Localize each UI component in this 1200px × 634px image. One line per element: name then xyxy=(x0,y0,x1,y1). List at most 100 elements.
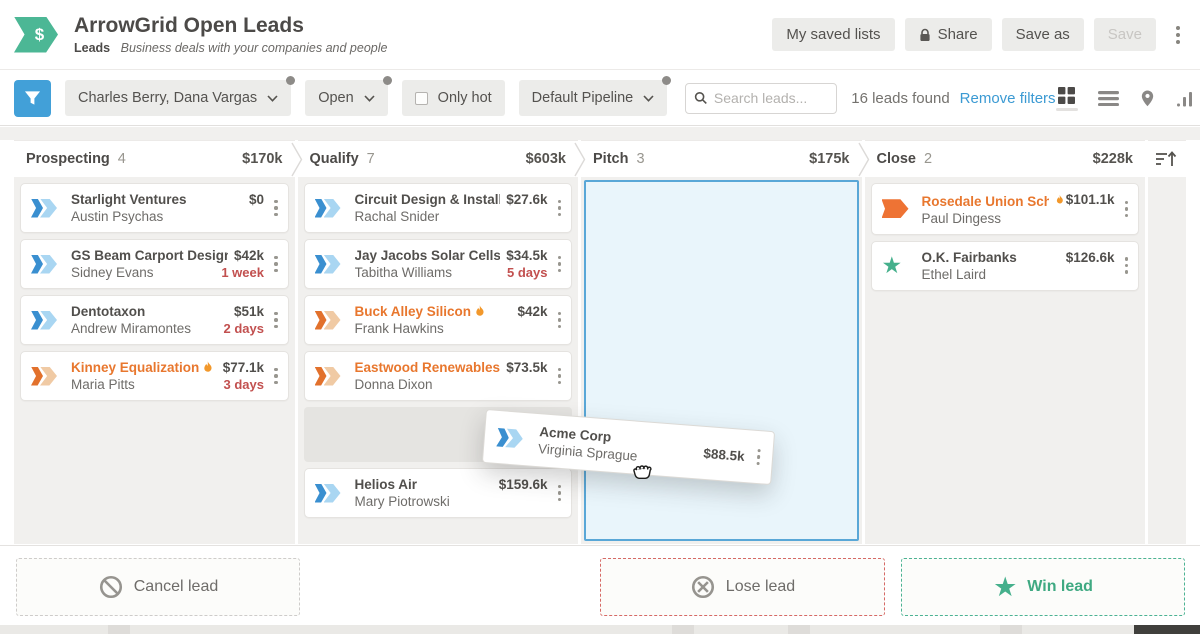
chart-view-icon[interactable] xyxy=(1176,90,1195,107)
scrubber-tick xyxy=(672,625,694,634)
save-button[interactable]: Save xyxy=(1094,18,1156,51)
win-lead-dropzone[interactable]: ★ Win lead xyxy=(901,558,1185,616)
lead-card[interactable]: Rosedale Union Sch... $101.1k Paul Dinges… xyxy=(871,183,1140,235)
active-view-underline xyxy=(1056,108,1078,111)
card-menu-icon[interactable] xyxy=(556,483,564,504)
lead-card[interactable]: Jay Jacobs Solar Cells$34.5k Tabitha Wil… xyxy=(304,239,573,289)
title-block: ArrowGrid Open Leads Leads Business deal… xyxy=(74,14,387,55)
stage-separator-chevron xyxy=(858,142,870,177)
my-saved-lists-button[interactable]: My saved lists xyxy=(772,18,894,51)
lead-age: 3 days xyxy=(224,377,264,392)
lead-value: $88.5k xyxy=(703,445,745,463)
only-hot-toggle[interactable]: Only hot xyxy=(402,80,505,116)
lead-person: Paul Dingess xyxy=(922,211,1115,226)
active-filter-dot xyxy=(383,76,392,85)
stage-count: 7 xyxy=(367,151,375,167)
lead-person: Austin Psychas xyxy=(71,209,264,224)
sort-button[interactable] xyxy=(1148,140,1186,177)
lead-company: O.K. Fairbanks xyxy=(922,250,1060,265)
lead-card[interactable]: Buck Alley Silicon$42k Frank Hawkins xyxy=(304,295,573,345)
card-menu-icon[interactable] xyxy=(754,447,763,468)
lead-company: Rosedale Union Sch... xyxy=(922,194,1049,209)
card-menu-icon[interactable] xyxy=(1123,199,1131,220)
status-filter-value: Open xyxy=(318,90,353,106)
lead-card[interactable]: Helios Air$159.6k Mary Piotrowski xyxy=(304,468,573,518)
card-menu-icon[interactable] xyxy=(556,310,564,331)
board-right-rail xyxy=(1148,177,1186,544)
stage-progress-icon-hot xyxy=(315,311,347,330)
lead-card[interactable]: Kinney Equalization$77.1k Maria Pitts3 d… xyxy=(20,351,289,401)
lead-card[interactable]: ★ O.K. Fairbanks$126.6k Ethel Laird xyxy=(871,241,1140,291)
card-menu-icon[interactable] xyxy=(272,366,280,387)
lane-prospecting: Starlight Ventures$0 Austin Psychas GS B… xyxy=(14,177,295,544)
win-lead-label: Win lead xyxy=(1027,578,1093,596)
cancel-circle-slash-icon xyxy=(98,574,124,600)
active-filter-dot xyxy=(662,76,671,85)
stage-count: 3 xyxy=(636,151,644,167)
save-as-button[interactable]: Save as xyxy=(1002,18,1084,51)
pipeline-filter-dropdown[interactable]: Default Pipeline xyxy=(519,80,668,116)
pitch-drop-target[interactable] xyxy=(584,180,859,541)
share-label: Share xyxy=(938,26,978,43)
lead-value: $51k xyxy=(234,304,264,319)
lose-circle-x-icon xyxy=(690,574,716,600)
lead-company: Dentotaxon xyxy=(71,304,228,319)
lead-card[interactable]: GS Beam Carport Design ...$42k Sidney Ev… xyxy=(20,239,289,289)
action-footer: Cancel lead Lose lead ★ Win lead xyxy=(0,545,1200,625)
lead-value: $101.1k xyxy=(1055,192,1115,207)
search-input[interactable] xyxy=(714,90,828,106)
only-hot-checkbox[interactable] xyxy=(415,92,428,105)
stage-progress-icon xyxy=(31,255,63,274)
lead-company: Buck Alley Silicon xyxy=(355,304,512,319)
stage-progress-icon xyxy=(315,199,347,218)
card-menu-icon[interactable] xyxy=(272,310,280,331)
lead-value: $34.5k xyxy=(506,248,547,263)
page-subtitle: Leads Business deals with your companies… xyxy=(74,41,387,55)
chevron-down-icon xyxy=(643,95,654,102)
lead-person: Ethel Laird xyxy=(922,267,1115,282)
status-filter-dropdown[interactable]: Open xyxy=(305,80,387,116)
card-menu-icon[interactable] xyxy=(556,198,564,219)
card-menu-icon[interactable] xyxy=(1123,255,1131,276)
cancel-lead-label: Cancel lead xyxy=(134,578,219,596)
board-lanes: Starlight Ventures$0 Austin Psychas GS B… xyxy=(14,177,1186,544)
cancel-lead-dropzone[interactable]: Cancel lead xyxy=(16,558,300,616)
lead-person: Donna Dixon xyxy=(355,377,548,392)
lead-company: Starlight Ventures xyxy=(71,192,243,207)
card-menu-icon[interactable] xyxy=(556,366,564,387)
lead-card[interactable]: Circuit Design & Installa...$27.6k Racha… xyxy=(304,183,573,233)
lose-lead-dropzone[interactable]: Lose lead xyxy=(600,558,885,616)
card-menu-icon[interactable] xyxy=(272,254,280,275)
results-count: 16 leads found xyxy=(851,90,949,107)
owners-filter-dropdown[interactable]: Charles Berry, Dana Vargas xyxy=(65,80,291,116)
board-background-band xyxy=(0,127,1200,140)
scrubber-tick xyxy=(788,625,810,634)
remove-filters-link[interactable]: Remove filters xyxy=(960,90,1056,107)
card-menu-icon[interactable] xyxy=(272,198,280,219)
map-view-icon[interactable] xyxy=(1139,89,1156,108)
stage-progress-icon-hot xyxy=(315,367,347,386)
list-view-icon[interactable] xyxy=(1098,90,1119,106)
lead-age: 2 days xyxy=(224,321,264,336)
stage-progress-icon xyxy=(31,199,63,218)
hot-flame-icon xyxy=(474,305,485,318)
only-hot-label: Only hot xyxy=(438,90,492,106)
card-menu-icon[interactable] xyxy=(556,254,564,275)
share-button[interactable]: Share xyxy=(905,18,992,51)
owners-filter-value: Charles Berry, Dana Vargas xyxy=(78,90,257,106)
filter-button[interactable] xyxy=(14,80,51,117)
stage-count: 4 xyxy=(118,151,126,167)
leads-app: $ ArrowGrid Open Leads Leads Business de… xyxy=(0,0,1200,634)
header-overflow-menu-icon[interactable] xyxy=(1172,22,1184,48)
lead-card[interactable]: Starlight Ventures$0 Austin Psychas xyxy=(20,183,289,233)
search-box xyxy=(685,83,837,114)
subtitle-label: Leads xyxy=(74,41,110,55)
grid-view-icon[interactable] xyxy=(1056,86,1078,111)
lead-card[interactable]: Eastwood Renewables$73.5k Donna Dixon xyxy=(304,351,573,401)
scrubber-tick xyxy=(108,625,130,634)
chevron-down-icon xyxy=(267,95,278,102)
stage-count: 2 xyxy=(924,151,932,167)
stage-progress-icon-hot xyxy=(882,199,914,218)
column-header-close: Close 2 $228k xyxy=(865,140,1146,177)
lead-card[interactable]: Dentotaxon$51k Andrew Miramontes2 days xyxy=(20,295,289,345)
